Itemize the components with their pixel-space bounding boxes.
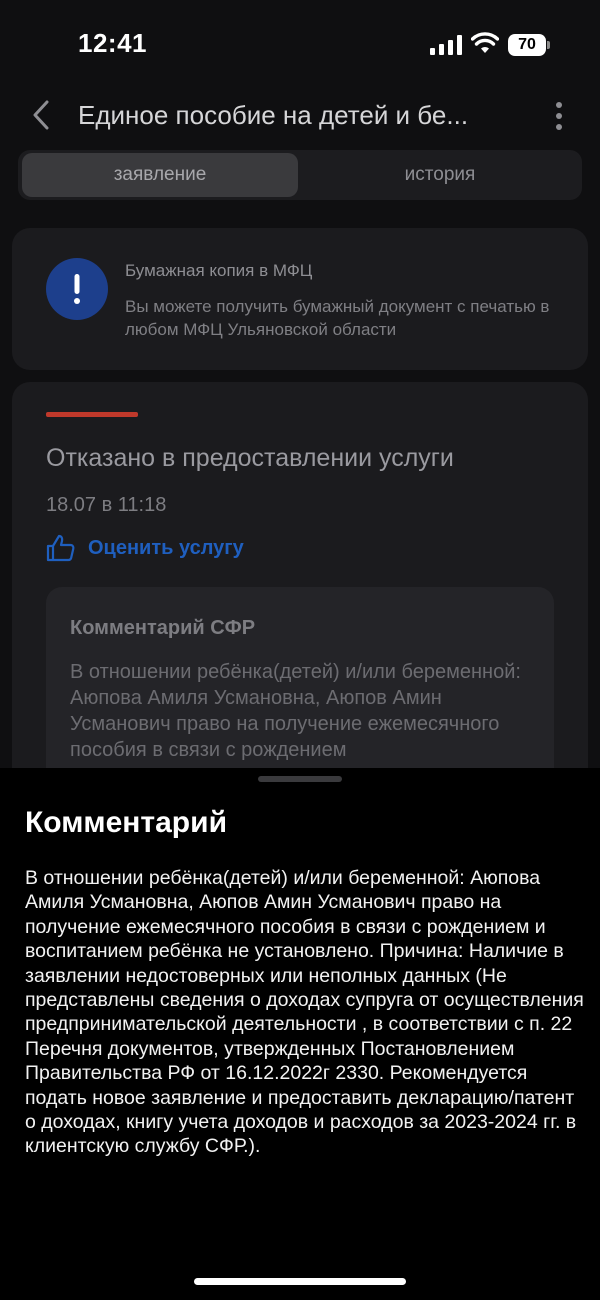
nav-header: Единое пособие на детей и бе... <box>0 90 600 142</box>
more-vertical-icon[interactable] <box>552 100 566 132</box>
comment-bottom-sheet: Комментарий В отношении ребёнка(детей) и… <box>0 768 600 1300</box>
home-indicator[interactable] <box>194 1278 406 1285</box>
sheet-title: Комментарий <box>25 806 228 839</box>
chevron-left-icon[interactable] <box>28 98 54 132</box>
comment-box-text: В отношении ребёнка(детей) и/или беремен… <box>70 661 521 761</box>
info-card-text: Вы можете получить бумажный документ с п… <box>125 297 550 339</box>
tab-application[interactable]: заявление <box>22 153 298 197</box>
thumbs-up-icon <box>46 534 75 562</box>
status-bar: 12:41 70 <box>0 0 600 90</box>
signal-icon <box>430 35 462 55</box>
wifi-icon <box>471 32 499 53</box>
status-date: 18.07 в 11:18 <box>46 494 167 516</box>
status-time: 12:41 <box>78 28 147 58</box>
rate-service-button[interactable]: Оценить услугу <box>46 532 244 564</box>
exclamation-icon <box>46 258 108 320</box>
page-title: Единое пособие на детей и бе... <box>78 100 469 130</box>
screen: 12:41 70 Единое пособие на детей и бе... <box>0 0 600 1300</box>
status-card: Отказано в предоставлении услуги 18.07 в… <box>12 382 588 802</box>
sheet-drag-handle[interactable] <box>258 776 342 782</box>
tab-history[interactable]: история <box>302 153 578 197</box>
status-indicator-line <box>46 412 138 417</box>
segmented-tabs: заявление история <box>18 150 582 200</box>
info-card-title: Бумажная копия в МФЦ <box>125 261 313 280</box>
status-title: Отказано в предоставлении услуги <box>46 444 454 472</box>
info-card[interactable]: Бумажная копия в МФЦ Вы можете получить … <box>12 228 588 370</box>
rate-service-label: Оценить услугу <box>88 536 244 559</box>
battery-icon: 70 <box>508 34 550 56</box>
sheet-comment-text: В отношении ребёнка(детей) и/или беремен… <box>25 867 584 1158</box>
comment-box-title: Комментарий СФР <box>70 617 256 639</box>
battery-level: 70 <box>518 36 536 53</box>
